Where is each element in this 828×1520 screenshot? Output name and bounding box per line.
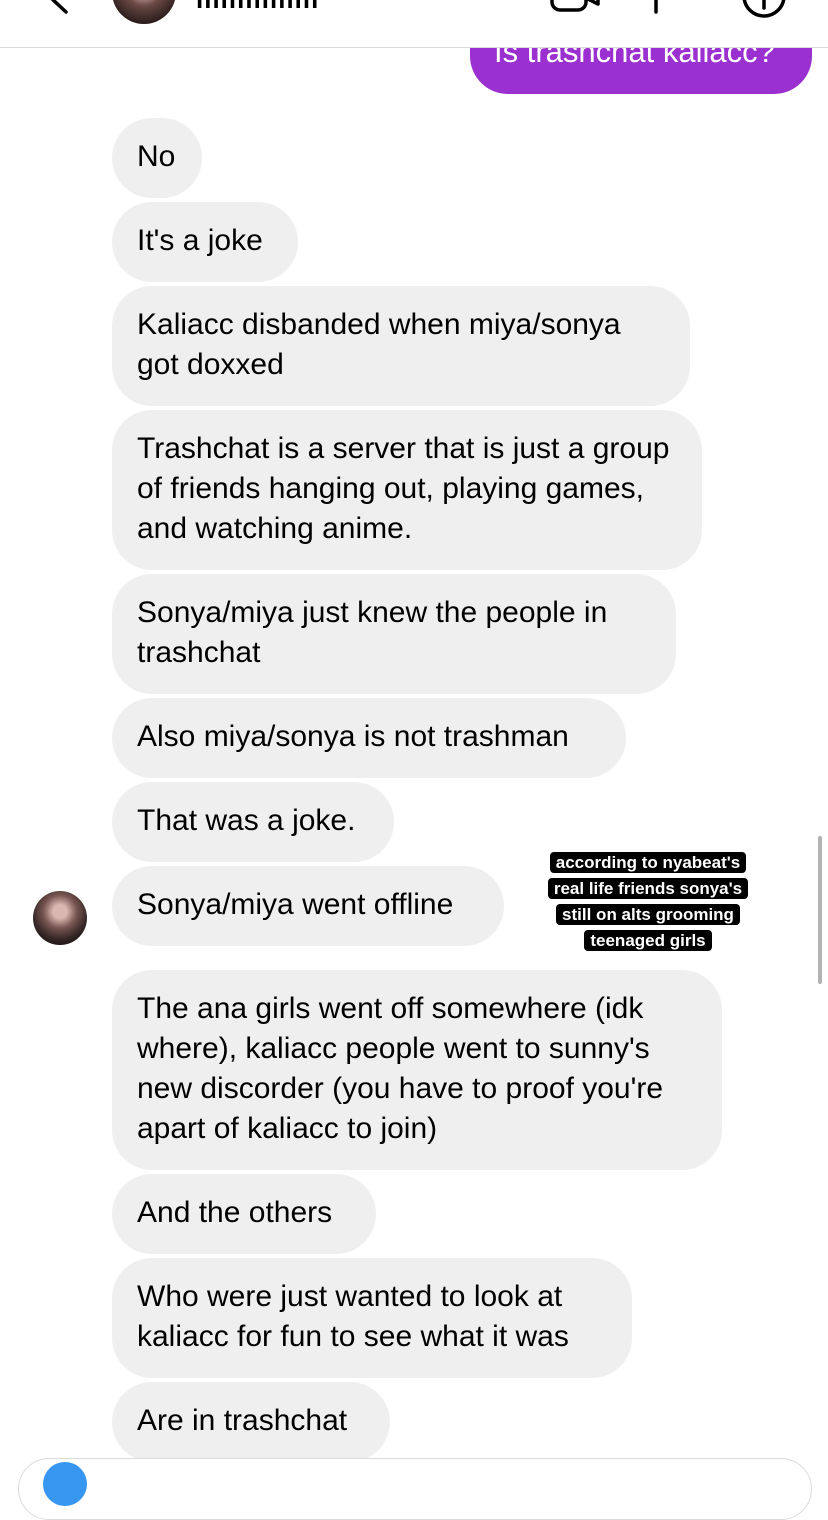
received-message-bubble[interactable]: The ana girls went off somewhere (idk wh… <box>112 970 722 1170</box>
received-message-bubble[interactable]: Trashchat is a server that is just a gro… <box>112 410 702 570</box>
received-message-bubble[interactable]: Kaliacc disbanded when miya/sonya got do… <box>112 286 690 406</box>
annotation-line: according to nyabeat's <box>549 852 747 873</box>
annotation-line: still on alts grooming <box>556 904 740 925</box>
contact-avatar[interactable] <box>112 0 176 24</box>
received-message-bubble[interactable]: Who were just wanted to look at kaliacc … <box>112 1258 632 1378</box>
message-composer[interactable] <box>18 1458 812 1520</box>
contact-avatar-small[interactable] <box>33 891 87 945</box>
message-text: It's a joke <box>137 224 263 257</box>
received-message-bubble[interactable]: Are in trashchat <box>112 1382 390 1462</box>
received-message-bubble[interactable]: Also miya/sonya is not trashman <box>112 698 626 778</box>
message-text: Also miya/sonya is not trashman <box>137 720 569 753</box>
message-text: Who were just wanted to look at kaliacc … <box>137 1280 569 1353</box>
text-annotation-sticker: according to nyabeat's real life friends… <box>532 850 764 954</box>
camera-icon[interactable] <box>43 1462 87 1506</box>
scrollbar[interactable] <box>818 836 822 984</box>
received-message-bubble[interactable]: Sonya/miya went offline <box>112 866 504 946</box>
received-message-bubble[interactable]: It's a joke <box>112 202 298 282</box>
annotation-line: real life friends sonya's <box>547 878 749 899</box>
message-text: Kaliacc disbanded when miya/sonya got do… <box>137 308 621 381</box>
message-text: That was a joke. <box>137 804 356 837</box>
message-text: And the others <box>137 1196 333 1229</box>
received-message-bubble[interactable]: Sonya/miya just knew the people in trash… <box>112 574 676 694</box>
received-message-bubble[interactable]: No <box>112 118 202 198</box>
received-message-bubble[interactable]: That was a joke. <box>112 782 394 862</box>
video-call-icon[interactable] <box>550 0 600 14</box>
message-text: Trashchat is a server that is just a gro… <box>137 432 670 545</box>
message-text: The ana girls went off somewhere (idk wh… <box>137 992 664 1145</box>
back-chevron-icon[interactable] <box>40 0 74 14</box>
message-text: Sonya/miya just knew the people in trash… <box>137 596 608 669</box>
annotation-line: teenaged girls <box>584 930 712 951</box>
message-text: Sonya/miya went offline <box>137 888 454 921</box>
contact-name[interactable]: lllllllllllllll <box>196 0 319 15</box>
phone-icon[interactable] <box>646 0 666 14</box>
message-text: Are in trashchat <box>137 1404 348 1437</box>
message-text: No <box>137 140 176 173</box>
received-message-bubble[interactable]: And the others <box>112 1174 376 1254</box>
info-icon[interactable] <box>740 0 788 20</box>
chat-header: lllllllllllllll <box>0 0 828 48</box>
